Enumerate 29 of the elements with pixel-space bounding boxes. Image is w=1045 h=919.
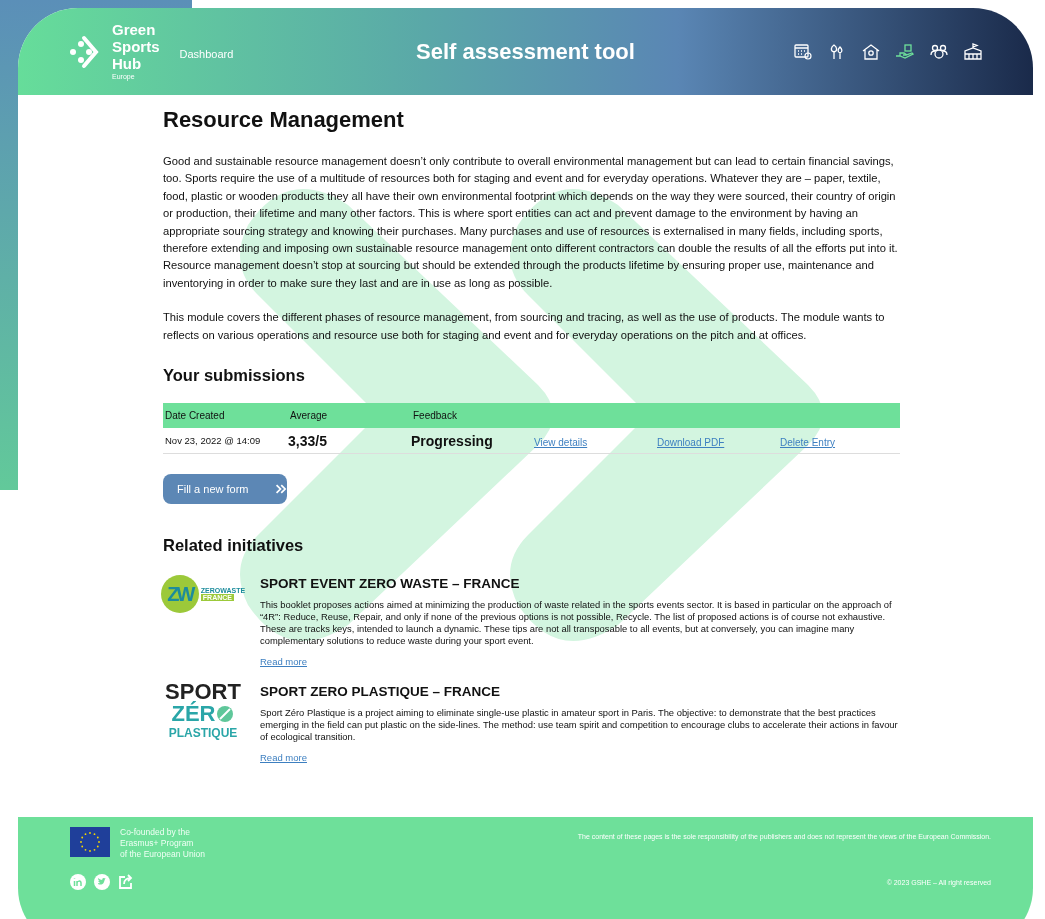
feedback-cell-text: Progressing [411, 432, 494, 449]
eu-flag-icon [70, 827, 110, 857]
column-header: Date Created [164, 410, 226, 422]
hand-icon[interactable] [895, 41, 915, 62]
read-more-link[interactable]: Read more [260, 656, 307, 668]
initiative-title: SPORT EVENT ZERO WASTE – FRANCE [260, 576, 521, 592]
calendar-icon[interactable] [793, 41, 813, 62]
description-paragraph: Good and sustainable resource management doesn’t only contribute to overall environmental management but can lead to certain financial savings, too. Sports require the use of a multitude of resources both for staging and event and for everyday operations. Whatever they are – paper, textile, food, plastic or wooden products they all have their own environmental footprint which depends on the way they were sourced, their country of origin or production, their lifetime and many other factors. This is where sport entities can act and prevent damage to the environment by having an appropriate sourcing strategy and knowing their purchases. Many purchases and use of resources is externalised in many fields, including sports, therefore extending and imposing own sustainable resource management onto different contractors can double the results of all the efforts put into it. Resource management doesn’t stop at sourcing but should be extended through the products lifetime by ensuring proper use, maintenance and inventorying in order to make sure they last and are in use as long as possible. [163, 154, 899, 291]
column-header: Feedback [412, 410, 458, 422]
row-link[interactable]: Delete Entry [780, 436, 836, 448]
sport-zero-plastique-logo: SPORT ZÉR PLASTIQUE [165, 681, 241, 742]
initiative-description: This booklet proposes actions aimed at minimizing the production of waste related in the sports events sector. It is based in particular on the approach of “4R”: Reduce, Reuse, Repair, and only if none of the previous options is not possible, Recycle. The list of proposed actions is of course not exhaustive. These are tracks keys, intended to launch a dynamic. These tips are not all transposable to all events, but at conversely, you can imagine many complementary solutions to reduce waste during your sport event. [260, 599, 893, 648]
column-header: Average [289, 410, 329, 422]
description-paragraph: This module covers the different phases of resource management, from sourcing and tracing, as well as the use of products. The module wants to reflects on various operations and resource use both for staging and event and for everyday operations on the pitch and at offices. [163, 310, 886, 343]
initiative-title: SPORT ZERO PLASTIQUE – FRANCE [260, 684, 502, 700]
date-cell-text: Nov 23, 2022 @ 14:09 [164, 435, 262, 447]
section-heading: Related initiatives [163, 536, 305, 556]
average-cell-text: 3,33/5 [288, 432, 328, 449]
double-chevron-icon [274, 483, 287, 496]
section-title: Resource Management [163, 107, 405, 133]
section-heading: Your submissions [163, 366, 306, 386]
stadium-icon[interactable] [963, 41, 983, 62]
fill-form-button[interactable]: Fill a new form [163, 474, 287, 505]
row-link[interactable]: View details [534, 436, 588, 448]
read-more-link[interactable]: Read more [260, 752, 307, 764]
page-header-title: Self assessment tool [416, 38, 635, 64]
row-link[interactable]: Download PDF [657, 436, 725, 448]
funding-text: Co-founded by the Erasmus+ Program of the European Union [120, 827, 206, 860]
initiative-description: Sport Zéro Plastique is a project aiming to eliminate single-use plastic in amateur sport in Paris. The objective: to demonstrate that the best practices emerging in the field can put plastic on the side-lines. The method: use team spirit and competition to encourage clubs to accelerate their actions in favour of ecological transition. [260, 707, 899, 744]
